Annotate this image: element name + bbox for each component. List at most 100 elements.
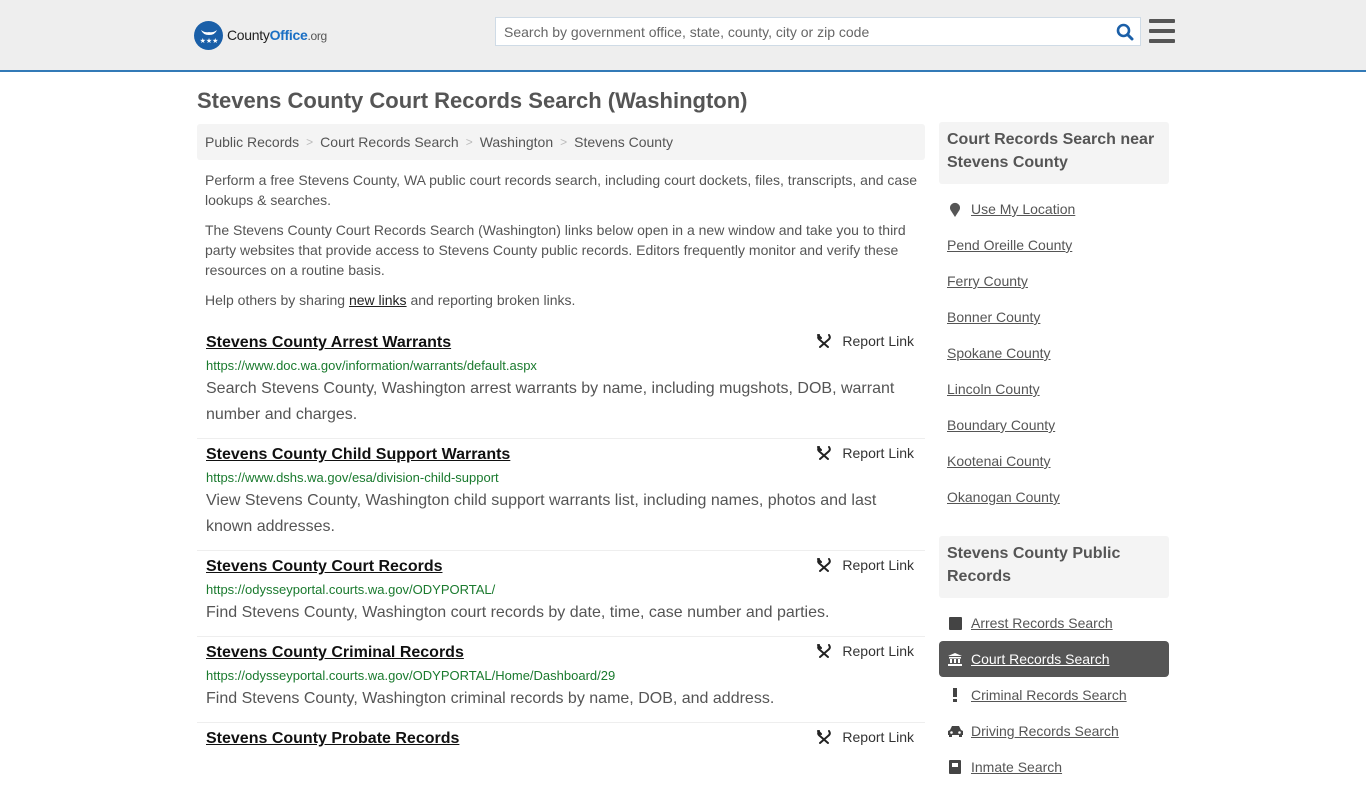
search-input[interactable]: [496, 18, 1110, 45]
breadcrumb: Public Records > Court Records Search > …: [197, 124, 925, 160]
report-link-label: Report Link: [842, 643, 914, 659]
breadcrumb-separator: >: [465, 135, 473, 149]
use-my-location-item[interactable]: Use My Location: [939, 191, 1169, 227]
sidebar-item-inmate-search[interactable]: Inmate Search: [939, 749, 1169, 785]
search-bar: [495, 17, 1141, 46]
result-item: Stevens County Criminal Records Report L…: [197, 637, 925, 723]
breadcrumb-stevens-county[interactable]: Stevens County: [574, 134, 673, 150]
breadcrumb-court-records-search[interactable]: Court Records Search: [320, 134, 459, 150]
result-item: Stevens County Probate Records Report Li…: [197, 723, 925, 759]
broken-link-icon: [817, 644, 832, 658]
logo-org: .org: [307, 29, 327, 43]
result-url: https://www.doc.wa.gov/information/warra…: [206, 358, 537, 373]
report-link-label: Report Link: [842, 729, 914, 745]
nearby-county-item[interactable]: Okanogan County: [939, 479, 1169, 515]
result-title-link[interactable]: Stevens County Criminal Records: [206, 643, 464, 663]
result-description: Find Stevens County, Washington court re…: [206, 604, 830, 621]
nearby-county-item[interactable]: Kootenai County: [939, 443, 1169, 479]
svg-text:★★★: ★★★: [199, 37, 218, 45]
report-link-button[interactable]: Report Link: [816, 445, 914, 461]
square-icon: [947, 616, 963, 630]
help-text: Help others by sharing: [205, 292, 349, 308]
search-icon: [1116, 23, 1134, 40]
result-description: Search Stevens County, Washington arrest…: [206, 380, 895, 423]
intro-paragraph-2: The Stevens County Court Records Search …: [205, 222, 906, 278]
eagle-logo-icon: ★★★: [194, 20, 223, 50]
report-link-label: Report Link: [842, 445, 914, 461]
intro-paragraph-3: Help others by sharing new links and rep…: [205, 290, 923, 310]
report-link-button[interactable]: Report Link: [816, 729, 914, 745]
map-marker-icon: [947, 202, 963, 217]
result-title-link[interactable]: Stevens County Court Records: [206, 557, 442, 577]
sidebar-item-court-records[interactable]: Court Records Search: [939, 641, 1169, 677]
sidebar-nearby-heading: Court Records Search near Stevens County: [939, 122, 1169, 184]
logo-text: CountyOffice.org: [227, 27, 327, 43]
intro-paragraph-1: Perform a free Stevens County, WA public…: [205, 172, 917, 208]
use-my-location-link[interactable]: Use My Location: [971, 201, 1075, 217]
nearby-county-link[interactable]: Boundary County: [947, 417, 1055, 433]
help-text-after: and reporting broken links.: [406, 292, 576, 308]
intro-text: Perform a free Stevens County, WA public…: [205, 170, 923, 320]
sidebar-public-records: Stevens County Public Records Arrest Rec…: [939, 536, 1169, 785]
broken-link-icon: [817, 334, 832, 348]
sidebar-link[interactable]: Arrest Records Search: [971, 615, 1113, 631]
result-title-link[interactable]: Stevens County Probate Records: [206, 729, 459, 749]
broken-link-icon: [817, 558, 832, 572]
broken-link-icon: [817, 730, 832, 744]
broken-link-icon: [817, 446, 832, 460]
breadcrumb-public-records[interactable]: Public Records: [205, 134, 299, 150]
nearby-county-link[interactable]: Bonner County: [947, 309, 1040, 325]
exclamation-icon: [947, 688, 963, 702]
sidebar-link[interactable]: Inmate Search: [971, 759, 1062, 775]
report-link-label: Report Link: [842, 333, 914, 349]
breadcrumb-separator: >: [560, 135, 568, 149]
new-links-link[interactable]: new links: [349, 292, 407, 308]
results-list: Stevens County Arrest Warrants Report Li…: [197, 327, 925, 759]
courthouse-icon: [947, 652, 963, 666]
result-url: https://www.dshs.wa.gov/esa/division-chi…: [206, 470, 499, 485]
nearby-county-link[interactable]: Okanogan County: [947, 489, 1060, 505]
nearby-county-link[interactable]: Lincoln County: [947, 381, 1040, 397]
result-title-link[interactable]: Stevens County Arrest Warrants: [206, 333, 451, 353]
report-link-button[interactable]: Report Link: [816, 333, 914, 349]
nearby-county-item[interactable]: Boundary County: [939, 407, 1169, 443]
result-description: View Stevens County, Washington child su…: [206, 492, 877, 535]
inmate-icon: [947, 760, 963, 774]
page-title: Stevens County Court Records Search (Was…: [197, 88, 748, 113]
result-description: Find Stevens County, Washington criminal…: [206, 690, 775, 707]
result-url: https://odysseyportal.courts.wa.gov/ODYP…: [206, 582, 496, 597]
result-item: Stevens County Child Support Warrants Re…: [197, 439, 925, 551]
nearby-county-item[interactable]: Spokane County: [939, 335, 1169, 371]
nearby-county-link[interactable]: Pend Oreille County: [947, 237, 1072, 253]
nearby-county-link[interactable]: Spokane County: [947, 345, 1051, 361]
search-button[interactable]: [1110, 18, 1140, 45]
nearby-county-item[interactable]: Lincoln County: [939, 371, 1169, 407]
breadcrumb-separator: >: [306, 135, 314, 149]
logo-county: County: [227, 27, 270, 43]
logo-office: Office: [269, 27, 308, 43]
report-link-button[interactable]: Report Link: [816, 557, 914, 573]
nearby-county-item[interactable]: Ferry County: [939, 263, 1169, 299]
sidebar-public-records-heading: Stevens County Public Records: [939, 536, 1169, 598]
report-link-label: Report Link: [842, 557, 914, 573]
top-header: ★★★ CountyOffice.org: [0, 0, 1366, 72]
sidebar-item-driving-records[interactable]: Driving Records Search: [939, 713, 1169, 749]
sidebar-link[interactable]: Driving Records Search: [971, 723, 1119, 739]
sidebar-link[interactable]: Criminal Records Search: [971, 687, 1127, 703]
result-title-link[interactable]: Stevens County Child Support Warrants: [206, 445, 510, 465]
sidebar-link[interactable]: Court Records Search: [971, 651, 1110, 667]
sidebar-item-criminal-records[interactable]: Criminal Records Search: [939, 677, 1169, 713]
nearby-county-item[interactable]: Pend Oreille County: [939, 227, 1169, 263]
nearby-county-link[interactable]: Kootenai County: [947, 453, 1051, 469]
breadcrumb-washington[interactable]: Washington: [480, 134, 553, 150]
result-item: Stevens County Court Records Report Link…: [197, 551, 925, 637]
result-url: https://odysseyportal.courts.wa.gov/ODYP…: [206, 668, 616, 683]
sidebar-item-arrest-records[interactable]: Arrest Records Search: [939, 605, 1169, 641]
sidebar-nearby: Court Records Search near Stevens County…: [939, 122, 1169, 515]
report-link-button[interactable]: Report Link: [816, 643, 914, 659]
site-logo[interactable]: ★★★ CountyOffice.org: [194, 20, 327, 50]
nearby-county-item[interactable]: Bonner County: [939, 299, 1169, 335]
result-item: Stevens County Arrest Warrants Report Li…: [197, 327, 925, 439]
hamburger-menu-icon[interactable]: [1149, 19, 1175, 43]
nearby-county-link[interactable]: Ferry County: [947, 273, 1028, 289]
